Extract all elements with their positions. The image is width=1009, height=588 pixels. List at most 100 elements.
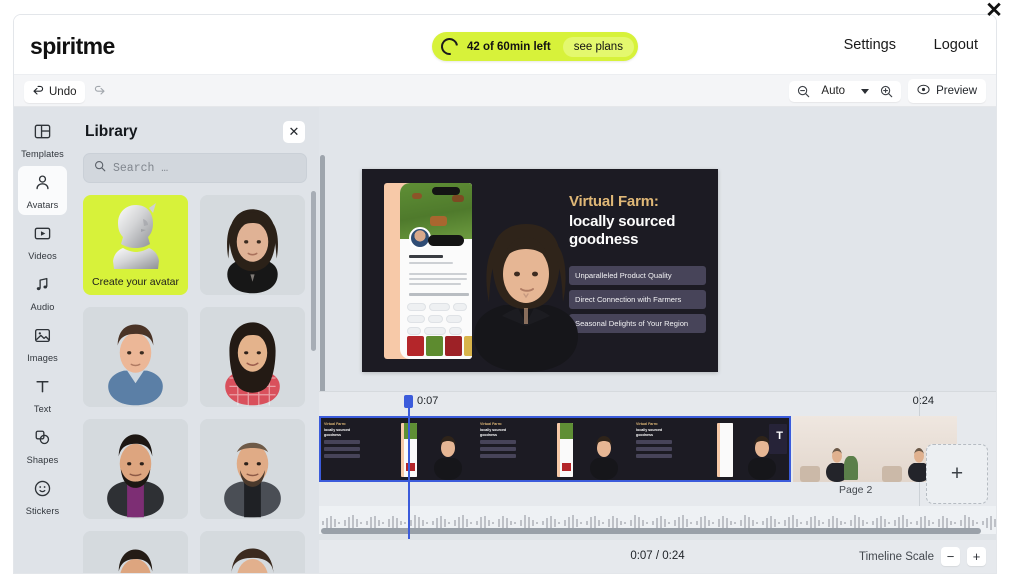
editor-body: Templates Avatars Videos Audio Images Te… bbox=[14, 107, 996, 573]
clip-thumbnail: Virtual Farm: locally sourced goodness bbox=[477, 418, 555, 480]
preview-label: Preview bbox=[936, 85, 977, 97]
sidebar-label-stickers: Stickers bbox=[25, 506, 60, 516]
zoom-level-value: Auto bbox=[821, 85, 846, 97]
sidebar-item-avatars[interactable]: Avatars bbox=[18, 166, 67, 215]
phone-mockup bbox=[384, 183, 472, 359]
app-root: ✕ spiritme 42 of 60min left see plans Se… bbox=[0, 0, 1009, 588]
avatar-tile-row4-left[interactable] bbox=[83, 531, 188, 573]
avatar-presenter bbox=[474, 224, 578, 372]
left-rail: Templates Avatars Videos Audio Images Te… bbox=[14, 107, 71, 573]
credit-badge: 42 of 60min left see plans bbox=[432, 32, 638, 61]
sidebar-item-videos[interactable]: Videos bbox=[18, 217, 67, 266]
sidebar-item-templates[interactable]: Templates bbox=[18, 115, 67, 164]
sidebar-label-templates: Templates bbox=[21, 149, 64, 159]
bio-line bbox=[409, 283, 461, 286]
playhead-handle[interactable] bbox=[404, 395, 413, 408]
timeline-ruler[interactable]: 0:07 0:24 bbox=[319, 392, 996, 416]
zoom-in-icon[interactable] bbox=[876, 83, 897, 100]
add-page-button[interactable]: + bbox=[926, 444, 988, 504]
sidebar-item-audio[interactable]: Audio bbox=[18, 268, 67, 317]
canvas-scrollbar[interactable] bbox=[320, 155, 325, 391]
stats-line bbox=[409, 293, 469, 296]
clip-thumbnail bbox=[793, 416, 875, 482]
redo-button[interactable] bbox=[87, 79, 113, 105]
library-panel: Library ✕ Search … Create your avatar bbox=[71, 107, 319, 573]
sticker-smiley-icon bbox=[33, 479, 52, 503]
clip-thumbnail: Virtual Farm: locally sourced goodness bbox=[321, 418, 399, 480]
cow-illustration bbox=[430, 216, 447, 226]
playhead-time-label: 0:07 bbox=[417, 395, 439, 407]
undo-redo-group: Undo bbox=[24, 79, 113, 105]
slide-background: Virtual Farm: locally sourced goodness U… bbox=[362, 169, 718, 372]
chevron-down-icon bbox=[861, 88, 870, 94]
tag-row bbox=[407, 303, 467, 311]
library-header: Library ✕ bbox=[71, 107, 319, 153]
undo-arrow-icon bbox=[32, 85, 44, 99]
sidebar-label-audio: Audio bbox=[30, 302, 55, 312]
avatar-portrait bbox=[83, 531, 188, 573]
close-icon[interactable]: ✕ bbox=[981, 0, 1007, 24]
see-plans-button[interactable]: see plans bbox=[562, 36, 634, 57]
zoom-control-group: Auto bbox=[789, 80, 902, 102]
timeline-scale-minus-button[interactable]: − bbox=[941, 547, 960, 566]
zoom-out-icon[interactable] bbox=[793, 83, 814, 100]
cow-illustration bbox=[452, 195, 464, 202]
clip-thumbnail bbox=[555, 418, 633, 480]
playhead-line[interactable] bbox=[408, 408, 410, 539]
avatar-person-icon bbox=[33, 173, 52, 197]
sidebar-label-text: Text bbox=[33, 404, 52, 414]
undo-label: Undo bbox=[49, 86, 77, 98]
zoom-level-dropdown[interactable]: Auto bbox=[816, 83, 874, 99]
app-header: spiritme 42 of 60min left see plans Sett… bbox=[14, 15, 996, 75]
library-search[interactable] bbox=[83, 153, 307, 183]
sidebar-label-shapes: Shapes bbox=[26, 455, 59, 465]
sidebar-label-images: Images bbox=[27, 353, 58, 363]
avatar-tile-man-grey-suit[interactable] bbox=[200, 419, 305, 519]
library-title: Library bbox=[85, 123, 138, 140]
sidebar-label-videos: Videos bbox=[28, 251, 57, 261]
avatar-tile-row4-right[interactable] bbox=[200, 531, 305, 573]
horizontal-scrollbar-thumb[interactable] bbox=[321, 528, 981, 534]
bio-line bbox=[409, 278, 467, 281]
avatar-tile-woman-dark-curly[interactable] bbox=[200, 195, 305, 295]
sidebar-item-stickers[interactable]: Stickers bbox=[18, 472, 67, 521]
mannequin-head-icon bbox=[112, 203, 159, 269]
music-note-icon bbox=[33, 275, 52, 299]
preview-button[interactable]: Preview bbox=[908, 79, 986, 103]
library-close-icon[interactable]: ✕ bbox=[283, 121, 305, 143]
tag-chip bbox=[446, 315, 462, 323]
search-input[interactable] bbox=[113, 161, 296, 175]
sidebar-item-shapes[interactable]: Shapes bbox=[18, 421, 67, 470]
sidebar-label-avatars: Avatars bbox=[26, 200, 59, 210]
slide-canvas[interactable]: Virtual Farm: locally sourced goodness U… bbox=[362, 169, 718, 372]
clip-page-1[interactable]: Virtual Farm: locally sourced goodness Vir… bbox=[319, 416, 791, 482]
app-window: spiritme 42 of 60min left see plans Sett… bbox=[13, 14, 997, 574]
logout-link[interactable]: Logout bbox=[934, 37, 978, 53]
create-avatar-label: Create your avatar bbox=[92, 276, 179, 288]
create-your-avatar-tile[interactable]: Create your avatar bbox=[83, 195, 188, 295]
shapes-icon bbox=[33, 428, 52, 452]
horizontal-scrollbar-track bbox=[319, 528, 996, 540]
library-scrollbar[interactable] bbox=[311, 191, 316, 351]
avatar-tile-man-blue-shirt[interactable] bbox=[83, 307, 188, 407]
tag-row bbox=[407, 315, 462, 323]
tag-row bbox=[407, 327, 462, 335]
tag-chip bbox=[407, 315, 425, 323]
sidebar-item-images[interactable]: Images bbox=[18, 319, 67, 368]
avatar-grid: Create your avatar bbox=[71, 183, 319, 573]
settings-link[interactable]: Settings bbox=[844, 37, 896, 53]
tag-chip bbox=[407, 303, 426, 311]
avatar-tile-woman-red-check[interactable] bbox=[200, 307, 305, 407]
redo-arrow-icon bbox=[94, 83, 106, 101]
timeline-footer: 0:07 / 0:24 Timeline Scale − + bbox=[319, 528, 996, 573]
photo-thumb bbox=[407, 336, 424, 356]
clip-thumbnails: Virtual Farm: locally sourced goodness Vir… bbox=[321, 418, 789, 480]
avatar-tile-man-beard-purple[interactable] bbox=[83, 419, 188, 519]
timeline-scale-plus-button[interactable]: + bbox=[967, 547, 986, 566]
credit-text: 42 of 60min left bbox=[467, 40, 551, 53]
progress-ring-icon bbox=[437, 34, 462, 59]
undo-button[interactable]: Undo bbox=[24, 81, 85, 103]
sidebar-item-text[interactable]: Text bbox=[18, 370, 67, 419]
avatar-portrait bbox=[83, 419, 188, 519]
profile-sub-line bbox=[409, 262, 453, 265]
